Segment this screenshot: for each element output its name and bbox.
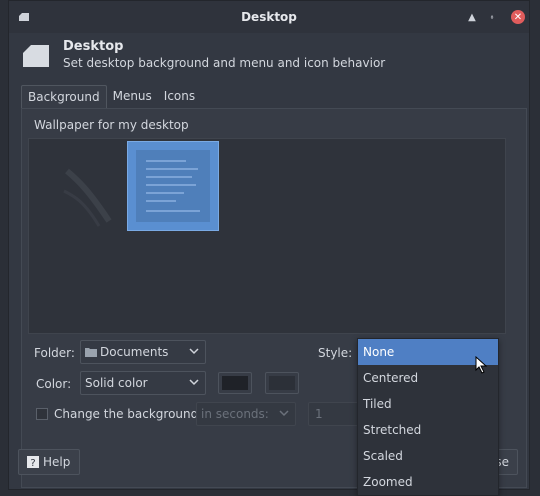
change-background-label: Change the background — [54, 407, 199, 421]
folder-value: Documents — [100, 345, 169, 359]
folder-icon — [85, 348, 97, 357]
help-button[interactable]: ? Help — [18, 449, 80, 475]
style-option-zoomed[interactable]: Zoomed — [358, 469, 498, 495]
preview-line — [146, 160, 186, 162]
style-label: Style: — [318, 346, 353, 360]
preview-line — [146, 184, 196, 186]
minimize-icon[interactable]: ▲ — [465, 10, 479, 24]
color-combo[interactable]: Solid color — [80, 371, 206, 395]
preview-line — [146, 168, 198, 170]
maximize-icon[interactable]: ⬫ — [485, 10, 499, 24]
color-value: Solid color — [85, 376, 148, 390]
chevron-down-icon — [279, 410, 289, 417]
header-title: Desktop — [63, 39, 124, 54]
tab-background[interactable]: Background — [21, 85, 107, 109]
svg-text:?: ? — [30, 458, 35, 468]
primary-color-button[interactable] — [218, 372, 252, 394]
color-swatch — [269, 376, 295, 390]
style-option-scaled[interactable]: Scaled — [358, 443, 498, 469]
chevron-down-icon — [189, 348, 199, 355]
wallpaper-thumbnail-selected[interactable] — [127, 141, 219, 231]
color-label: Color: — [36, 377, 72, 391]
close-icon[interactable]: ✕ — [511, 10, 525, 24]
interval-unit-combo[interactable]: in seconds: — [196, 402, 296, 426]
tab-menus[interactable]: Menus — [107, 85, 158, 109]
header-subtitle: Set desktop background and menu and icon… — [63, 56, 386, 70]
interval-spinbox[interactable]: 1 — [308, 402, 360, 426]
tab-bar: Background Menus Icons — [21, 85, 201, 109]
wallpaper-thumbnail[interactable] — [59, 151, 119, 231]
wallpaper-grid[interactable] — [28, 138, 506, 334]
desktop-icon — [23, 45, 49, 67]
preview-line — [146, 200, 176, 202]
folder-label: Folder: — [34, 346, 75, 360]
chevron-down-icon — [189, 379, 199, 386]
preview-line — [146, 192, 184, 194]
help-label: Help — [43, 455, 71, 469]
document-preview — [136, 150, 210, 222]
folder-combo[interactable]: Documents — [80, 340, 206, 364]
mouse-cursor-icon — [475, 356, 488, 374]
style-option-stretched[interactable]: Stretched — [358, 417, 498, 443]
change-background-checkbox[interactable] — [36, 408, 48, 420]
tab-icons[interactable]: Icons — [158, 85, 201, 109]
titlebar[interactable]: Desktop ▲ ⬫ ✕ — [9, 1, 529, 33]
help-icon: ? — [27, 456, 39, 468]
interval-unit-value: in seconds: — [201, 407, 269, 421]
wallpaper-label: Wallpaper for my desktop — [34, 118, 189, 132]
color-swatch — [222, 376, 248, 390]
preview-line — [146, 210, 200, 212]
secondary-color-button[interactable] — [265, 372, 299, 394]
style-option-tiled[interactable]: Tiled — [358, 391, 498, 417]
dialog-header: Desktop Set desktop background and menu … — [9, 33, 529, 81]
interval-value: 1 — [315, 407, 323, 421]
window-title: Desktop — [241, 10, 297, 24]
preview-line — [146, 176, 192, 178]
